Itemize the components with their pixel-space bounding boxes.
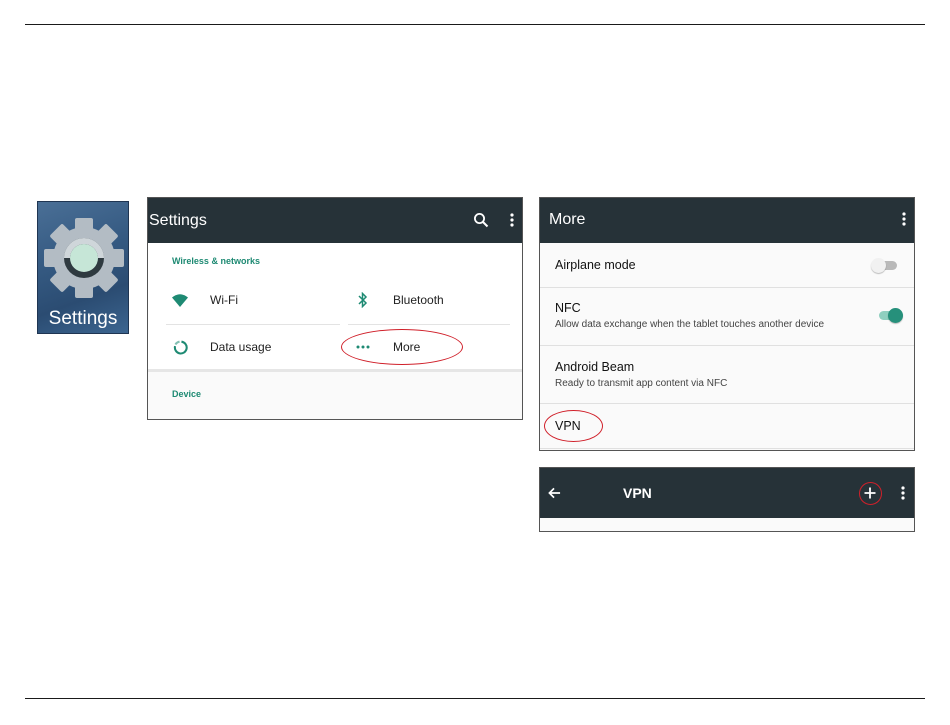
tile-label: Bluetooth bbox=[393, 293, 444, 307]
settings-screen: Settings Wireless & networks Wi-Fi Bluet… bbox=[147, 197, 523, 420]
divider bbox=[166, 324, 340, 325]
row-title: NFC bbox=[555, 301, 581, 315]
tile-label: Data usage bbox=[210, 340, 272, 354]
more-vert-icon[interactable] bbox=[896, 485, 910, 501]
add-icon[interactable] bbox=[862, 485, 878, 501]
settings-app-bar: Settings bbox=[148, 198, 522, 243]
switch-thumb bbox=[871, 258, 886, 273]
top-rule bbox=[25, 24, 925, 25]
vpn-app-bar: VPN bbox=[540, 468, 914, 518]
more-app-bar: More bbox=[540, 198, 914, 243]
more-title: More bbox=[549, 211, 586, 228]
section-header-wireless: Wireless & networks bbox=[172, 256, 260, 266]
card-separator bbox=[148, 369, 522, 372]
row-title: Android Beam bbox=[555, 360, 635, 374]
wifi-icon bbox=[172, 292, 188, 308]
section-header-device: Device bbox=[172, 389, 202, 399]
row-nfc[interactable]: NFC Allow data exchange when the tablet … bbox=[540, 288, 914, 346]
bottom-rule bbox=[25, 698, 925, 699]
tile-bluetooth[interactable]: Bluetooth bbox=[355, 292, 444, 308]
back-arrow-icon[interactable] bbox=[546, 485, 562, 501]
data-usage-icon bbox=[172, 339, 188, 355]
search-icon[interactable] bbox=[472, 211, 490, 229]
vpn-screen: VPN bbox=[539, 467, 915, 532]
row-android-beam[interactable]: Android Beam Ready to transmit app conte… bbox=[540, 346, 914, 404]
row-subtitle: Ready to transmit app content via NFC bbox=[555, 378, 728, 389]
row-airplane-mode[interactable]: Airplane mode bbox=[540, 243, 914, 288]
tile-label: Wi-Fi bbox=[210, 293, 238, 307]
more-vert-icon[interactable] bbox=[897, 210, 911, 228]
more-screen: More Airplane mode NFC Allow data exchan… bbox=[539, 197, 915, 451]
app-icon-label: Settings bbox=[48, 308, 118, 329]
settings-title: Settings bbox=[149, 212, 207, 229]
airplane-mode-switch[interactable] bbox=[871, 258, 897, 273]
tile-wifi[interactable]: Wi-Fi bbox=[172, 292, 238, 308]
more-horiz-icon bbox=[355, 339, 371, 355]
row-title: Airplane mode bbox=[555, 258, 636, 272]
more-vert-icon[interactable] bbox=[505, 211, 519, 229]
settings-app-icon[interactable]: Settings bbox=[37, 201, 129, 334]
row-subtitle: Allow data exchange when the tablet touc… bbox=[555, 319, 825, 330]
vpn-title: VPN bbox=[623, 485, 652, 501]
tile-label: More bbox=[393, 340, 421, 354]
divider bbox=[348, 324, 510, 325]
nfc-switch[interactable] bbox=[877, 308, 903, 323]
bluetooth-icon bbox=[355, 292, 371, 308]
row-title: VPN bbox=[555, 419, 581, 433]
gear-icon bbox=[44, 218, 124, 298]
tile-more[interactable]: More bbox=[355, 339, 420, 355]
switch-thumb bbox=[888, 308, 903, 323]
row-vpn[interactable]: VPN bbox=[540, 404, 914, 449]
tile-data-usage[interactable]: Data usage bbox=[172, 339, 271, 355]
